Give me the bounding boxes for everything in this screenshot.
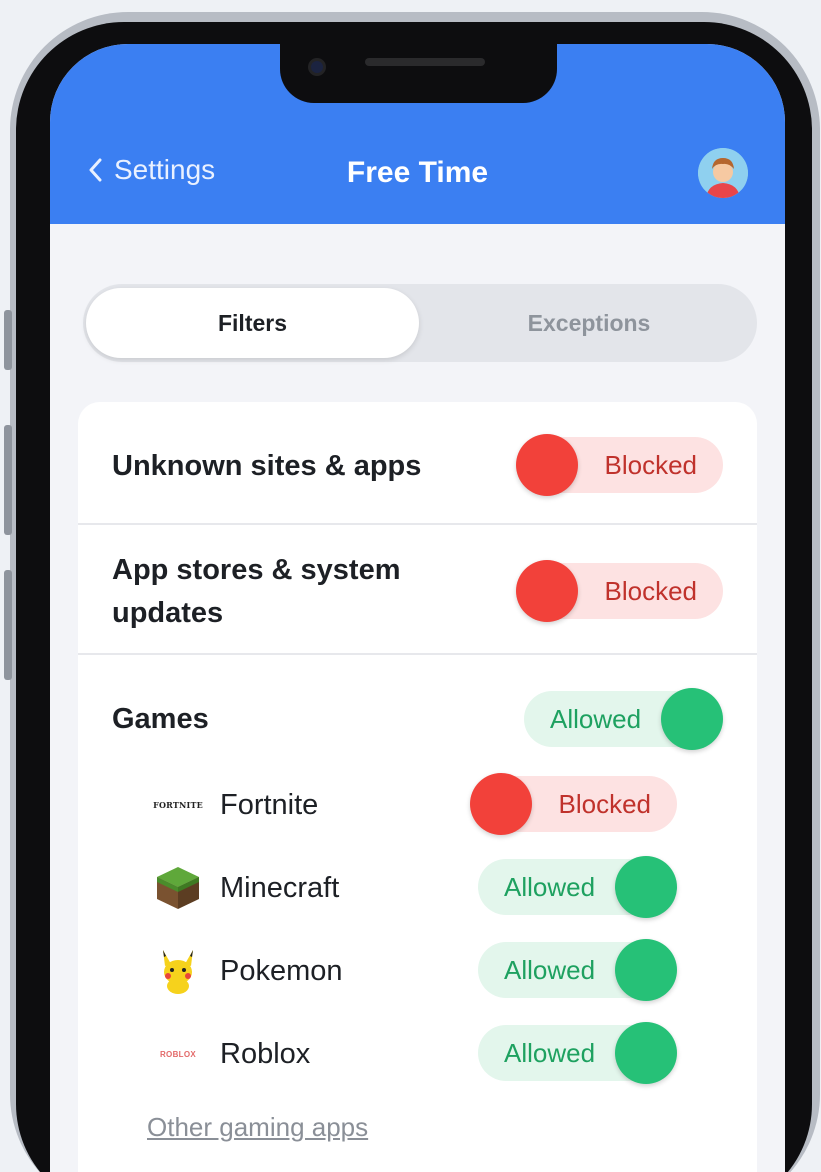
tab-filters[interactable]: Filters	[86, 288, 419, 358]
toggle-knob	[615, 856, 677, 918]
phone-volume-down-button	[4, 570, 12, 680]
game-name-fortnite: Fortnite	[220, 789, 319, 821]
toggle-app-stores[interactable]: Blocked	[516, 560, 723, 622]
game-row-pokemon: Pokemon Allowed	[78, 934, 757, 1004]
filters-card: Unknown sites & apps Blocked App stores …	[78, 402, 757, 1172]
filter-label-unknown-sites: Unknown sites & apps	[112, 450, 422, 482]
toggle-knob	[516, 560, 578, 622]
toggle-games[interactable]: Allowed	[524, 688, 723, 750]
toggle-unknown-sites[interactable]: Blocked	[516, 434, 723, 496]
filter-label-app-stores-line1: App stores & system	[112, 554, 401, 586]
toggle-state-label: Allowed	[504, 955, 596, 985]
avatar-icon	[698, 148, 748, 198]
phone-side-button	[4, 310, 12, 370]
phone-screen: Settings Free Time Filters Exceptions Un…	[50, 44, 785, 1172]
toggle-knob	[661, 688, 723, 750]
game-row-minecraft: Minecraft Allowed	[78, 851, 757, 921]
toggle-state-label: Allowed	[504, 872, 596, 902]
toggle-state-label: Blocked	[604, 576, 698, 606]
toggle-state-label: Blocked	[558, 789, 652, 819]
toggle-state-label: Blocked	[604, 450, 698, 480]
toggle-state-label: Allowed	[550, 704, 642, 734]
toggle-knob	[615, 1022, 677, 1084]
roblox-logo-icon: ROBLOX	[159, 1049, 197, 1059]
game-name-pokemon: Pokemon	[220, 955, 343, 987]
toggle-pokemon[interactable]: Allowed	[478, 939, 677, 1001]
toggle-fortnite[interactable]: Blocked	[470, 773, 677, 835]
phone-volume-up-button	[4, 425, 12, 535]
page-title: Free Time	[346, 156, 489, 189]
toggle-knob	[516, 434, 578, 496]
toggle-roblox[interactable]: Allowed	[478, 1022, 677, 1084]
speaker	[365, 58, 485, 66]
minecraft-grass-block-icon	[154, 864, 202, 912]
game-row-roblox: ROBLOX Roblox Allowed	[78, 1017, 757, 1087]
game-row-fortnite: FORTNITE Fortnite Blocked	[78, 768, 757, 838]
filter-label-games: Games	[112, 703, 209, 735]
row-divider	[78, 523, 757, 525]
pikachu-icon	[154, 947, 202, 995]
game-name-minecraft: Minecraft	[220, 872, 340, 904]
other-gaming-apps-link[interactable]: Other gaming apps	[147, 1112, 368, 1143]
segmented-control: Filters Exceptions	[83, 284, 757, 362]
toggle-minecraft[interactable]: Allowed	[478, 856, 677, 918]
toggle-knob	[615, 939, 677, 1001]
filter-label-app-stores-line2: updates	[112, 597, 224, 629]
tab-exceptions[interactable]: Exceptions	[421, 284, 757, 362]
toggle-state-label: Allowed	[504, 1038, 596, 1068]
row-divider	[78, 653, 757, 655]
game-name-roblox: Roblox	[220, 1038, 311, 1070]
fortnite-logo-icon: FORTNITE	[153, 800, 203, 810]
toggle-knob	[470, 773, 532, 835]
front-camera	[308, 58, 326, 76]
avatar[interactable]	[698, 148, 748, 198]
